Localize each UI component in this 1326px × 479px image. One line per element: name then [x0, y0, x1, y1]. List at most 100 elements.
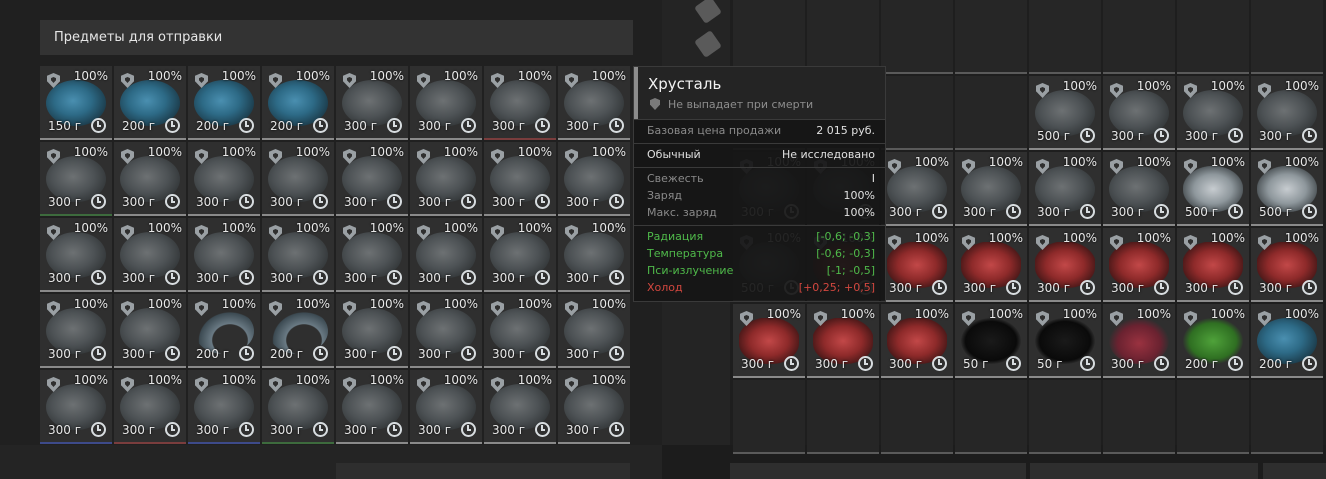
item-slot[interactable]: 100% 150 г	[40, 66, 112, 140]
clock-icon	[1154, 280, 1169, 295]
item-slot[interactable]: 100% 300 г	[1177, 228, 1249, 302]
item-slot[interactable]: 100% 300 г	[1177, 76, 1249, 150]
clock-icon	[165, 118, 180, 133]
item-slot[interactable]: 100% 300 г	[188, 370, 260, 444]
item-slot[interactable]: 100% 300 г	[484, 218, 556, 292]
item-slot[interactable]: 100% 300 г	[410, 66, 482, 140]
clock-icon	[1302, 128, 1317, 143]
empty-slot[interactable]	[1029, 380, 1101, 454]
empty-slot[interactable]	[733, 380, 805, 454]
item-slot[interactable]: 100% 300 г	[558, 66, 630, 140]
item-slot[interactable]: 100% 300 г	[336, 142, 408, 216]
item-percent: 100%	[147, 373, 182, 387]
empty-slot[interactable]	[1103, 0, 1175, 74]
item-slot[interactable]: 100% 50 г	[1029, 304, 1101, 378]
item-slot[interactable]: 100% 300 г	[558, 142, 630, 216]
clock-icon	[461, 194, 476, 209]
item-slot[interactable]: 100% 300 г	[881, 152, 953, 226]
item-slot[interactable]: 100% 300 г	[336, 294, 408, 368]
item-slot[interactable]: 100% 300 г	[955, 228, 1027, 302]
item-slot[interactable]: 100% 300 г	[114, 142, 186, 216]
item-weight: 300 г	[566, 423, 600, 437]
empty-slot[interactable]	[881, 76, 953, 150]
item-slot[interactable]: 100% 300 г	[558, 370, 630, 444]
item-percent: 100%	[1136, 231, 1171, 245]
empty-slot[interactable]	[955, 76, 1027, 150]
empty-slot[interactable]	[1251, 380, 1323, 454]
item-percent: 100%	[1284, 307, 1319, 321]
item-slot[interactable]: 100% 300 г	[262, 370, 334, 444]
item-slot[interactable]: 100% 300 г	[40, 142, 112, 216]
item-slot[interactable]: 100% 200 г	[188, 66, 260, 140]
item-slot[interactable]: 100% 300 г	[114, 370, 186, 444]
empty-slot[interactable]	[807, 0, 879, 74]
item-slot[interactable]: 100% 300 г	[40, 218, 112, 292]
item-slot[interactable]: 100% 500 г	[1251, 152, 1323, 226]
cold-label: Холод	[647, 281, 683, 294]
item-slot[interactable]: 100% 200 г	[1177, 304, 1249, 378]
bottom-panel-right	[1030, 463, 1258, 479]
empty-slot[interactable]	[807, 380, 879, 454]
clock-icon	[1006, 280, 1021, 295]
item-slot[interactable]: 100% 300 г	[40, 370, 112, 444]
item-slot[interactable]: 100% 300 г	[410, 294, 482, 368]
item-weight: 300 г	[492, 119, 526, 133]
item-slot[interactable]: 100% 300 г	[1029, 228, 1101, 302]
item-slot[interactable]: 100% 300 г	[1251, 76, 1323, 150]
item-percent: 100%	[1284, 79, 1319, 93]
max-charge-label: Макс. заряд	[647, 206, 717, 219]
empty-slot[interactable]	[1029, 0, 1101, 74]
item-slot[interactable]: 100% 300 г	[1103, 228, 1175, 302]
empty-slot[interactable]	[881, 380, 953, 454]
item-slot[interactable]: 100% 200 г	[1251, 304, 1323, 378]
item-slot[interactable]: 100% 300 г	[558, 294, 630, 368]
item-slot[interactable]: 100% 300 г	[40, 294, 112, 368]
item-slot[interactable]: 100% 200 г	[188, 294, 260, 368]
item-slot[interactable]: 100% 300 г	[484, 294, 556, 368]
item-slot[interactable]: 100% 300 г	[336, 370, 408, 444]
empty-slot[interactable]	[1103, 380, 1175, 454]
trash-button[interactable]	[1263, 463, 1326, 479]
item-slot[interactable]: 100% 300 г	[881, 228, 953, 302]
item-slot[interactable]: 100% 300 г	[262, 142, 334, 216]
empty-slot[interactable]	[1251, 0, 1323, 74]
item-slot[interactable]: 100% 300 г	[1103, 76, 1175, 150]
item-slot[interactable]: 100% 300 г	[1103, 304, 1175, 378]
item-slot[interactable]: 100% 300 г	[410, 370, 482, 444]
item-slot[interactable]: 100% 200 г	[262, 294, 334, 368]
item-slot[interactable]: 100% 300 г	[484, 142, 556, 216]
empty-slot[interactable]	[733, 0, 805, 74]
item-slot[interactable]: 100% 300 г	[484, 370, 556, 444]
item-slot[interactable]: 100% 300 г	[188, 218, 260, 292]
clock-icon	[461, 422, 476, 437]
item-slot[interactable]: 100% 300 г	[558, 218, 630, 292]
item-slot[interactable]: 100% 300 г	[410, 142, 482, 216]
item-percent: 100%	[221, 373, 256, 387]
item-slot[interactable]: 100% 300 г	[807, 304, 879, 378]
item-slot[interactable]: 100% 300 г	[188, 142, 260, 216]
item-slot[interactable]: 100% 300 г	[410, 218, 482, 292]
item-slot[interactable]: 100% 300 г	[1029, 152, 1101, 226]
item-slot[interactable]: 100% 300 г	[733, 304, 805, 378]
item-slot[interactable]: 100% 300 г	[484, 66, 556, 140]
item-slot[interactable]: 100% 300 г	[336, 66, 408, 140]
empty-slot[interactable]	[1177, 0, 1249, 74]
item-slot[interactable]: 100% 500 г	[1177, 152, 1249, 226]
item-slot[interactable]: 100% 200 г	[114, 66, 186, 140]
item-slot[interactable]: 100% 300 г	[1103, 152, 1175, 226]
item-slot[interactable]: 100% 300 г	[114, 218, 186, 292]
item-slot[interactable]: 100% 300 г	[262, 218, 334, 292]
empty-slot[interactable]	[881, 0, 953, 74]
item-slot[interactable]: 100% 300 г	[881, 304, 953, 378]
item-slot[interactable]: 100% 50 г	[955, 304, 1027, 378]
item-slot[interactable]: 100% 300 г	[336, 218, 408, 292]
item-percent: 100%	[988, 231, 1023, 245]
item-slot[interactable]: 100% 200 г	[262, 66, 334, 140]
empty-slot[interactable]	[955, 0, 1027, 74]
item-slot[interactable]: 100% 500 г	[1029, 76, 1101, 150]
empty-slot[interactable]	[955, 380, 1027, 454]
item-slot[interactable]: 100% 300 г	[114, 294, 186, 368]
item-slot[interactable]: 100% 300 г	[1251, 228, 1323, 302]
empty-slot[interactable]	[1177, 380, 1249, 454]
item-slot[interactable]: 100% 300 г	[955, 152, 1027, 226]
